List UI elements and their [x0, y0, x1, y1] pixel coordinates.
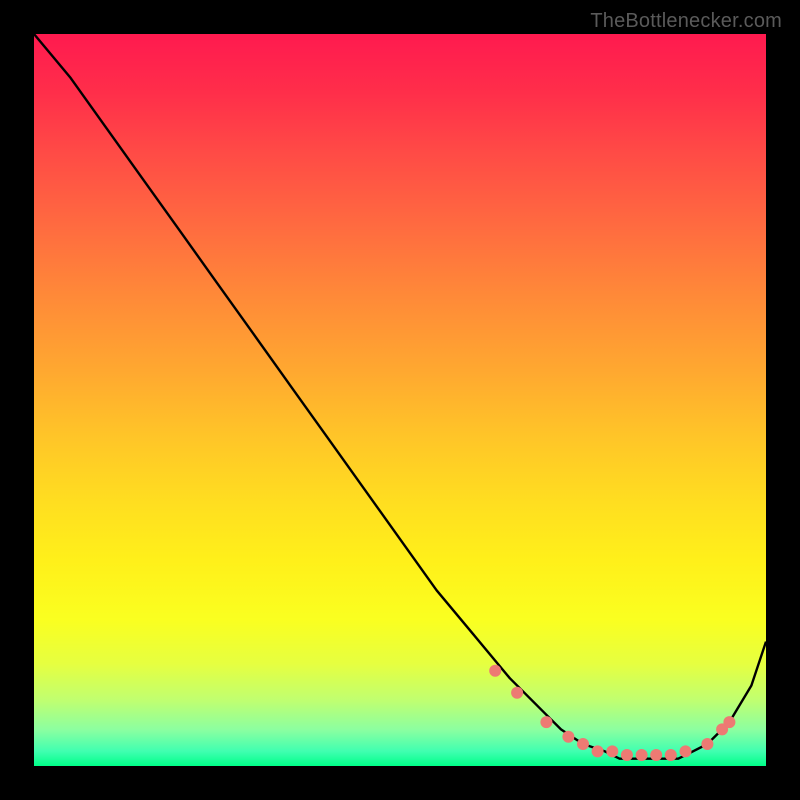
- chart-frame: TheBottlenecker.com: [0, 0, 800, 800]
- marker-dot: [621, 749, 633, 761]
- bottleneck-curve: [34, 34, 766, 759]
- marker-dot: [701, 738, 713, 750]
- marker-dot: [562, 731, 574, 743]
- line-layer: [34, 34, 766, 766]
- watermark-text: TheBottlenecker.com: [590, 10, 782, 33]
- marker-group: [489, 665, 735, 761]
- marker-dot: [665, 749, 677, 761]
- marker-dot: [723, 716, 735, 728]
- marker-dot: [511, 687, 523, 699]
- curve-group: [34, 34, 766, 759]
- marker-dot: [650, 749, 662, 761]
- marker-dot: [540, 716, 552, 728]
- marker-dot: [606, 745, 618, 757]
- marker-dot: [577, 738, 589, 750]
- marker-dot: [636, 749, 648, 761]
- marker-dot: [680, 745, 692, 757]
- plot-area: [34, 34, 766, 766]
- marker-dot: [489, 665, 501, 677]
- marker-dot: [592, 745, 604, 757]
